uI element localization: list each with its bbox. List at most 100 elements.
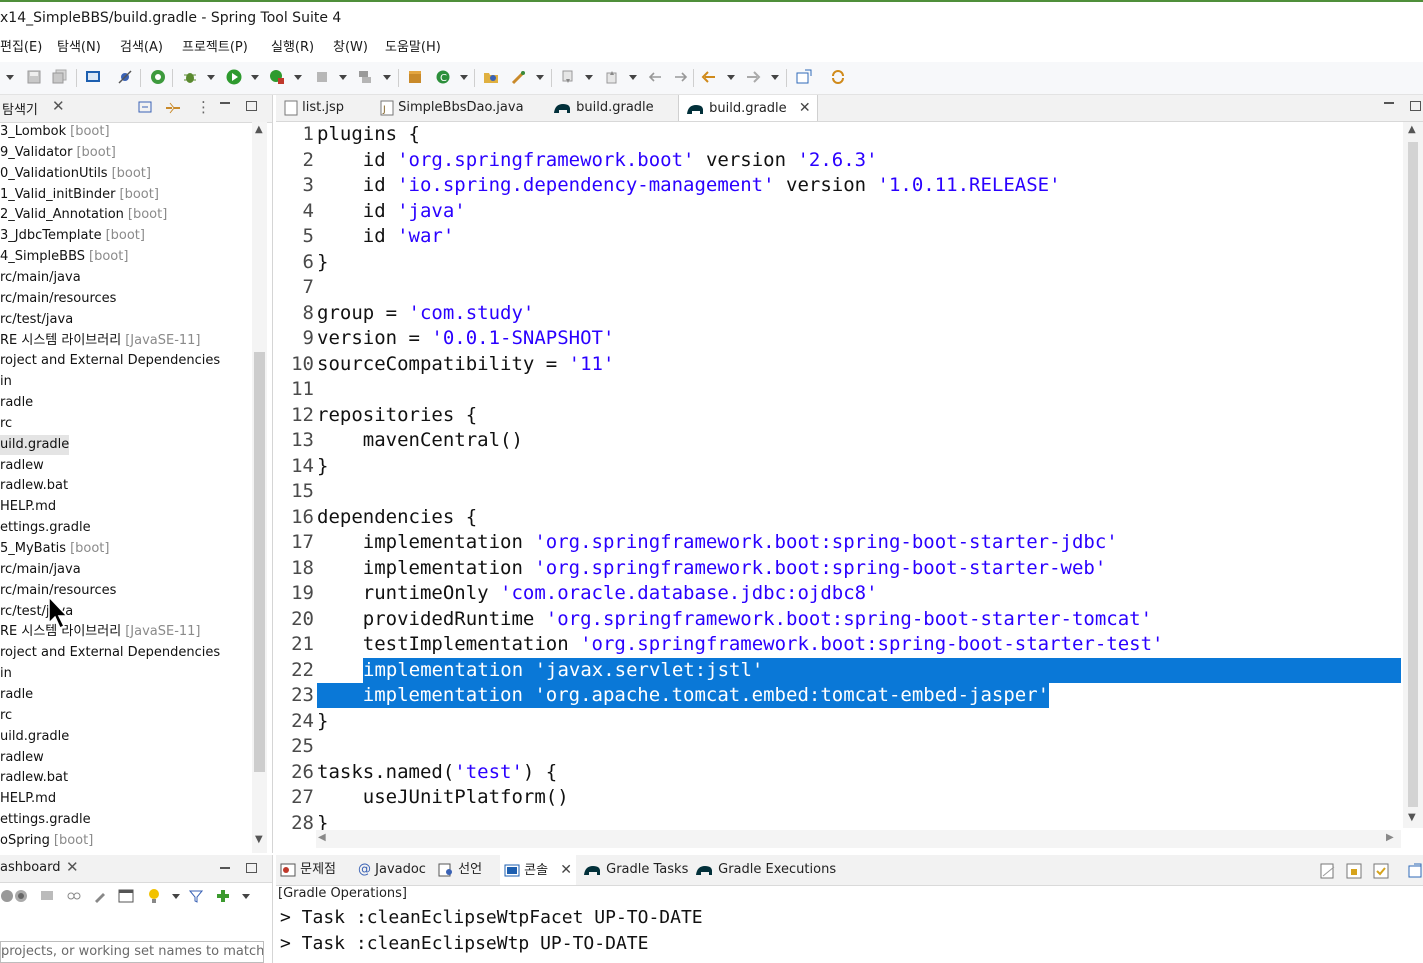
tree-item[interactable]: radlew — [0, 748, 44, 768]
code-line[interactable]: useJUnitPlatform() — [317, 785, 569, 810]
pin-console-icon[interactable] — [1373, 863, 1389, 879]
tree-item[interactable]: radle — [0, 685, 33, 705]
tree-item[interactable]: rc/main/resources — [0, 289, 116, 309]
code-line[interactable]: id 'org.springframework.boot' version '2… — [317, 148, 878, 173]
tree-item[interactable]: rc/main/java — [0, 560, 81, 580]
debug-icon[interactable] — [182, 69, 198, 85]
tree-item[interactable]: uild.gradle — [0, 727, 69, 747]
skip-breakpoints-icon[interactable] — [117, 69, 133, 85]
code-line[interactable]: implementation 'org.apache.tomcat.embed:… — [317, 683, 1050, 708]
boot-dashboard-icon[interactable] — [150, 69, 166, 85]
tree-item[interactable]: 9_Validator [boot] — [0, 143, 116, 163]
filter-input[interactable]: projects, or working set names to match — [0, 941, 264, 963]
back-dropdown-icon[interactable] — [727, 75, 735, 80]
tab-declaration[interactable]: 선언 — [438, 855, 482, 885]
editor-scroll-thumb[interactable] — [1408, 142, 1418, 807]
back-icon[interactable] — [701, 69, 717, 85]
menu-project[interactable]: 프로젝트(P) — [182, 34, 248, 62]
tree-item[interactable]: 0_ValidationUtils [boot] — [0, 164, 151, 184]
explorer-scroll-thumb[interactable] — [254, 352, 265, 772]
filter-icon[interactable] — [189, 889, 203, 903]
scroll-up-icon[interactable]: ▲ — [1408, 124, 1416, 135]
new-class-dropdown-icon[interactable] — [460, 75, 468, 80]
tree-item[interactable]: 3_Lombok [boot] — [0, 122, 110, 142]
run-icon[interactable] — [226, 69, 242, 85]
close-icon[interactable]: ✕ — [66, 858, 79, 876]
tree-item[interactable]: roject and External Dependencies — [0, 351, 220, 371]
dashboard-tab-label[interactable]: ashboard — [0, 860, 61, 875]
console-icon[interactable] — [40, 889, 54, 903]
stop-dropdown-icon[interactable] — [339, 75, 347, 80]
menu-window[interactable]: 창(W) — [333, 34, 368, 62]
refresh-icon[interactable] — [830, 69, 846, 85]
last-edit-icon[interactable] — [647, 69, 663, 85]
tab-console[interactable]: 콘솔 ✕ — [500, 855, 576, 885]
code-line[interactable]: } — [317, 454, 328, 479]
tree-item[interactable]: radlew — [0, 456, 44, 476]
pin-editor-icon[interactable] — [796, 69, 812, 85]
debug-dropdown-icon[interactable] — [207, 75, 215, 80]
close-icon[interactable]: ✕ — [560, 862, 572, 878]
code-line[interactable]: plugins { — [317, 122, 420, 147]
minimize-icon[interactable] — [1384, 102, 1394, 104]
run-dropdown-icon[interactable] — [251, 75, 259, 80]
collapse-all-icon[interactable] — [138, 101, 154, 115]
forward-dropdown-icon[interactable] — [771, 75, 779, 80]
clear-console-icon[interactable] — [1320, 863, 1336, 879]
forward-edit-icon[interactable] — [673, 69, 689, 85]
tree-item[interactable]: ettings.gradle — [0, 810, 91, 830]
scroll-lock-icon[interactable] — [1346, 863, 1362, 879]
save-icon[interactable] — [26, 69, 42, 85]
tree-item[interactable]: 4_SimpleBBS [boot] — [0, 247, 128, 267]
save-all-icon[interactable] — [52, 69, 68, 85]
external-tools-dropdown-icon[interactable] — [294, 75, 302, 80]
next-annotation-dropdown-icon[interactable] — [585, 75, 593, 80]
tree-item[interactable]: in — [0, 372, 12, 392]
code-line[interactable]: group = 'com.study' — [317, 301, 534, 326]
scroll-up-icon[interactable]: ▲ — [255, 124, 263, 135]
code-line[interactable]: id 'java' — [317, 199, 466, 224]
menu-edit[interactable]: 편집(E) — [0, 34, 42, 62]
lightbulb-dropdown-icon[interactable] — [172, 894, 180, 899]
edit-icon[interactable] — [93, 889, 107, 903]
tree-item[interactable]: HELP.md — [0, 497, 56, 517]
tree-item[interactable]: 3_JdbcTemplate [boot] — [0, 226, 145, 246]
tree-item[interactable]: radle — [0, 393, 33, 413]
server-dropdown-icon[interactable] — [383, 75, 391, 80]
code-line[interactable]: repositories { — [317, 403, 477, 428]
forward-icon[interactable] — [745, 69, 761, 85]
tree-item[interactable]: rc — [0, 414, 12, 434]
tree-item[interactable]: ettings.gradle — [0, 518, 91, 538]
code-line[interactable]: } — [317, 250, 328, 275]
terminal-icon[interactable] — [85, 69, 101, 85]
tree-item[interactable]: radlew.bat — [0, 476, 68, 496]
code-line[interactable]: id 'war' — [317, 224, 455, 249]
external-tools-icon[interactable] — [269, 69, 285, 85]
tab-javadoc[interactable]: @ Javadoc — [358, 855, 426, 885]
tab-simplebbsdao-java[interactable]: J SimpleBbsDao.java — [380, 95, 524, 121]
scroll-down-icon[interactable]: ▼ — [255, 834, 263, 845]
code-line[interactable]: tasks.named('test') { — [317, 760, 557, 785]
code-line[interactable]: implementation 'org.springframework.boot… — [317, 556, 1107, 581]
tab-gradle-executions[interactable]: Gradle Executions — [694, 855, 836, 885]
scroll-down-icon[interactable]: ▼ — [1408, 812, 1416, 823]
open-type-icon[interactable] — [483, 69, 499, 85]
code-line[interactable]: id 'io.spring.dependency-management' ver… — [317, 173, 1061, 198]
tree-item[interactable]: RE 시스템 라이브러리 [JavaSE-11] — [0, 622, 201, 642]
link-icon[interactable] — [66, 889, 82, 903]
tab-list-jsp[interactable]: list.jsp — [284, 95, 344, 121]
tab-gradle-tasks[interactable]: Gradle Tasks — [582, 855, 688, 885]
tree-item[interactable]: 5_MyBatis [boot] — [0, 539, 109, 559]
minimize-icon[interactable] — [220, 102, 230, 104]
package-icon[interactable] — [407, 69, 423, 85]
tree-item[interactable]: uild.gradle — [0, 434, 70, 455]
code-line[interactable]: mavenCentral() — [317, 428, 523, 453]
link-editor-icon[interactable] — [164, 100, 182, 116]
maximize-icon[interactable] — [246, 863, 257, 873]
tab-build-gradle[interactable]: build.gradle — [552, 95, 654, 121]
maximize-icon[interactable] — [246, 101, 257, 111]
code-editor[interactable]: 1 plugins {2 id 'org.springframework.boot… — [276, 122, 1401, 834]
tree-item[interactable]: radlew.bat — [0, 768, 68, 788]
menu-help[interactable]: 도움말(H) — [385, 34, 441, 62]
window-icon[interactable] — [118, 889, 134, 903]
